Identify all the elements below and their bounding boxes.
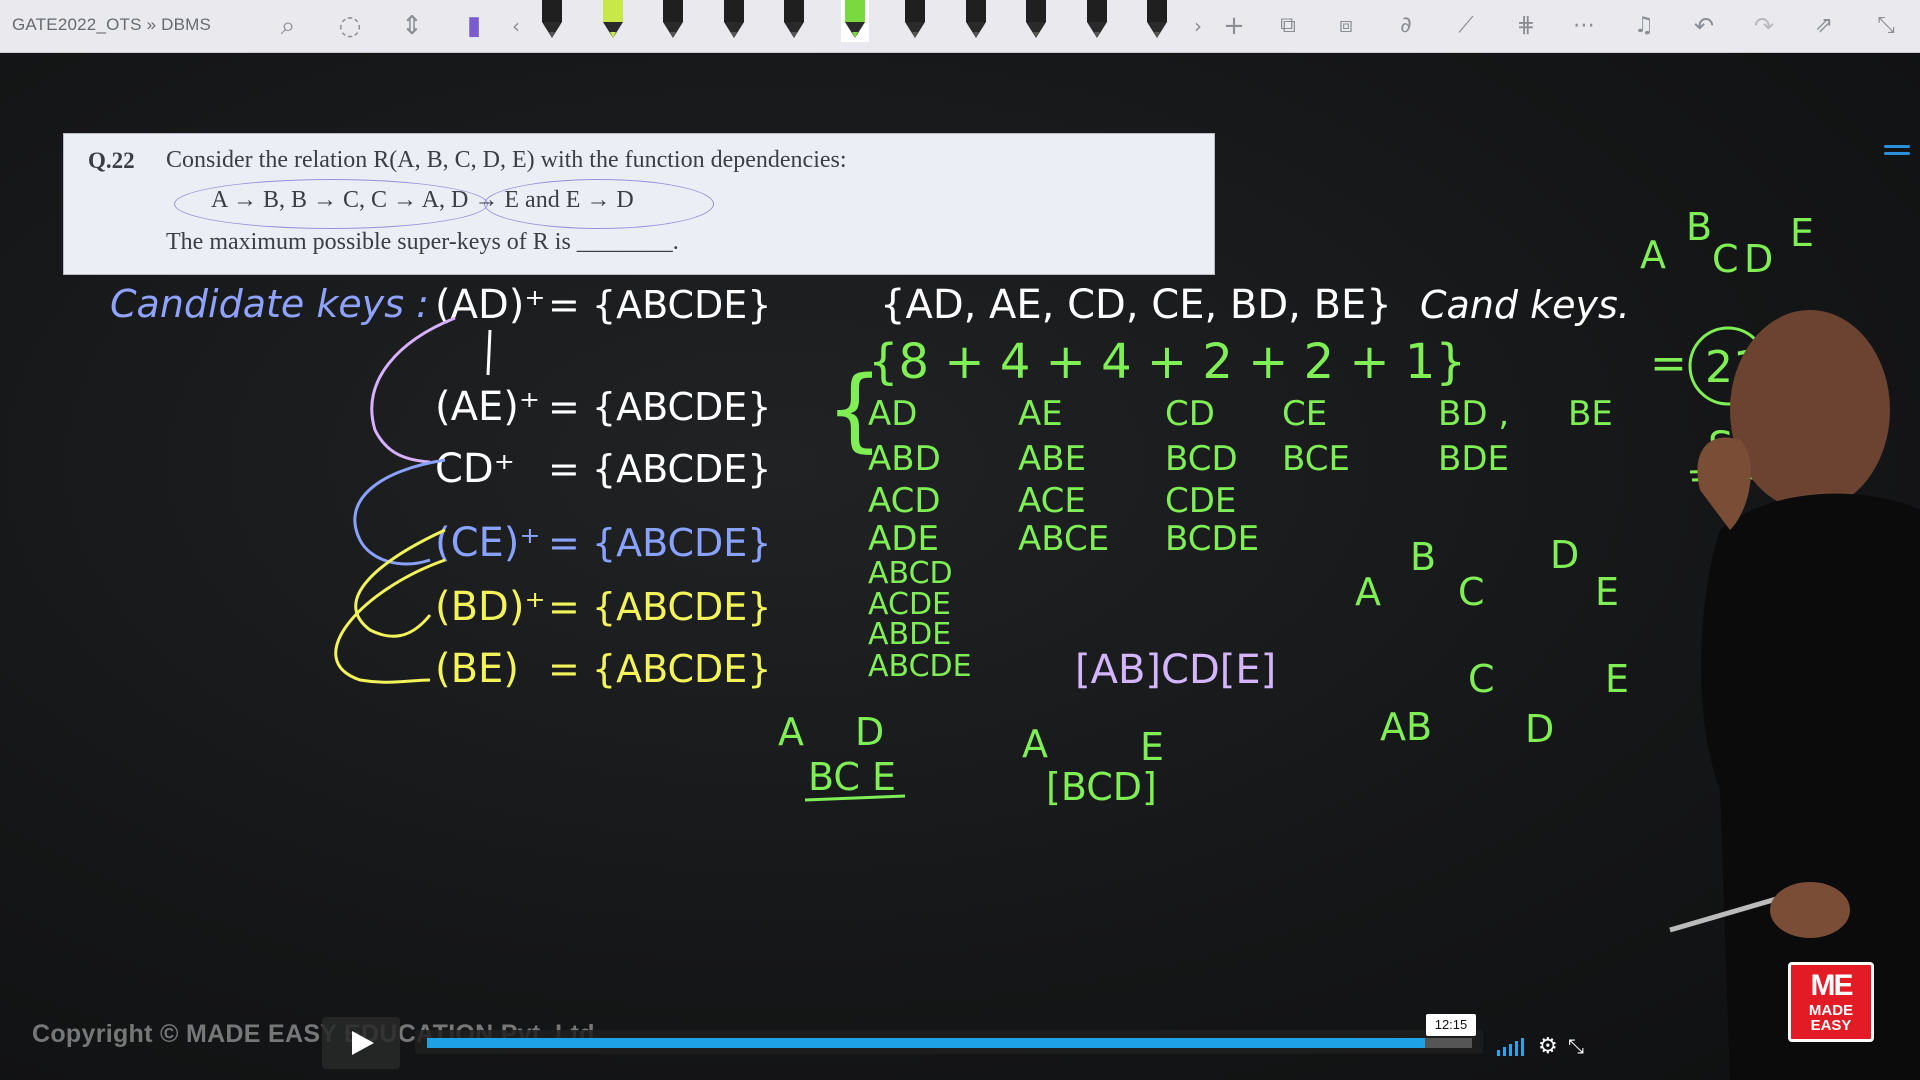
superkey-entry: AE [1018,394,1063,434]
superkey-entry: BDE [1438,439,1509,479]
note-letter: D [1550,533,1579,577]
superkey-entry: AD [868,394,917,434]
note-letter: D [1744,237,1773,281]
superkey-entry: CE [1282,394,1327,434]
superkey-entry: ADE [868,519,939,559]
superkey-entry: ABD [868,439,941,479]
candidate-keys-set: {AD, AE, CD, CE, BD, BE} [880,282,1392,328]
logo-text: MADE [1808,1002,1854,1019]
note-letters: BC E [808,755,896,799]
link-curve [354,528,446,638]
closure-rhs: = {ABCDE} [548,283,771,327]
superkey-entry: CD [1165,394,1215,434]
time-tooltip: 12:15 [1426,1014,1476,1036]
note-letter: A [1355,570,1381,614]
note-letter: B [1686,205,1712,249]
made-easy-logo: ME MADE EASY [1788,962,1874,1042]
progress-bar[interactable] [415,1030,1483,1054]
note-letter: C [1468,657,1495,701]
candidate-keys-label: Cand keys. [1420,283,1630,327]
closure-rhs: = {ABCDE} [548,585,771,629]
gear-icon[interactable]: ⚙ [1538,1034,1558,1059]
closure-rhs: = {ABCDE} [548,447,771,491]
superkey-entry: ACD [868,481,941,521]
volume-bars-icon[interactable] [1497,1038,1527,1056]
fullscreen-icon[interactable]: ⤡ [1568,1034,1584,1058]
superkey-entry: ACE [1018,481,1086,521]
closure-rhs: = {ABCDE} [548,385,771,429]
note-letter: E [1790,211,1814,255]
closure-lhs: (AD)⁺ [435,282,546,328]
closure-rhs: = {ABCDE} [548,521,771,565]
candidate-keys-heading: Candidate keys : [110,282,429,326]
note-letter: A [1022,722,1048,766]
superkey-entry: BCDE [1165,519,1259,559]
superkey-entry: BD , [1438,394,1509,434]
superkey-entry: BCE [1282,439,1350,479]
progress-track[interactable] [427,1038,1472,1048]
progress-fill [427,1038,1425,1048]
closure-lhs: CD⁺ [435,446,515,492]
handwriting-layer: Candidate keys : (AD)⁺ = {ABCDE}(AE)⁺ = {A… [110,205,1814,809]
note-letters: [BCD] [1046,765,1157,809]
note-letter: E [1595,570,1619,614]
note-letter: C [1712,237,1739,281]
note-letter: E [1605,657,1629,701]
superkey-entry: ABCDE [868,649,972,684]
closure-lhs: (BE) [435,646,519,692]
closure-list: (AD)⁺ = {ABCDE}(AE)⁺ = {ABCDE}CD⁺ = {ABCDE}… [435,282,771,692]
logo-mark: ME [1810,969,1854,1002]
note-letter: A [1640,233,1666,277]
note-letter: D [1525,707,1554,751]
superkey-entry: ABDE [868,617,951,652]
closure-lhs: (CE)⁺ [435,520,541,566]
note-letter: E [1140,725,1164,769]
superkey-entry: ABE [1018,439,1086,479]
note-letter: C [1458,570,1485,614]
play-icon[interactable] [322,1017,400,1069]
superkey-entry: ABCD [868,556,953,591]
link-curve [334,558,446,684]
superkey-count-sum: {8 + 4 + 4 + 2 + 2 + 1} [868,334,1466,390]
note-letter: A [778,710,804,754]
closure-rhs: = {ABCDE} [548,647,771,691]
closure-lhs: (BD)⁺ [435,584,546,630]
bracket-expression: [AB]CD[E] [1075,647,1276,693]
note-letter: D [855,710,884,754]
superkey-entry: CDE [1165,481,1236,521]
pen-stroke [486,329,492,376]
logo-text: EASY [1810,1017,1852,1034]
superkey-columns: AD ABDACDADEABCD A CDE ABDEABCDE AE ABEACEABCE… [868,394,1613,684]
link-curve [353,458,446,566]
superkey-entry: BE [1568,394,1613,434]
note-letter: B [1410,535,1436,579]
superkey-entry: BCD [1165,439,1238,479]
note-letters: AB [1380,705,1432,749]
closure-lhs: (AE)⁺ [435,384,540,430]
superkey-entry: ABCE [1018,519,1109,559]
